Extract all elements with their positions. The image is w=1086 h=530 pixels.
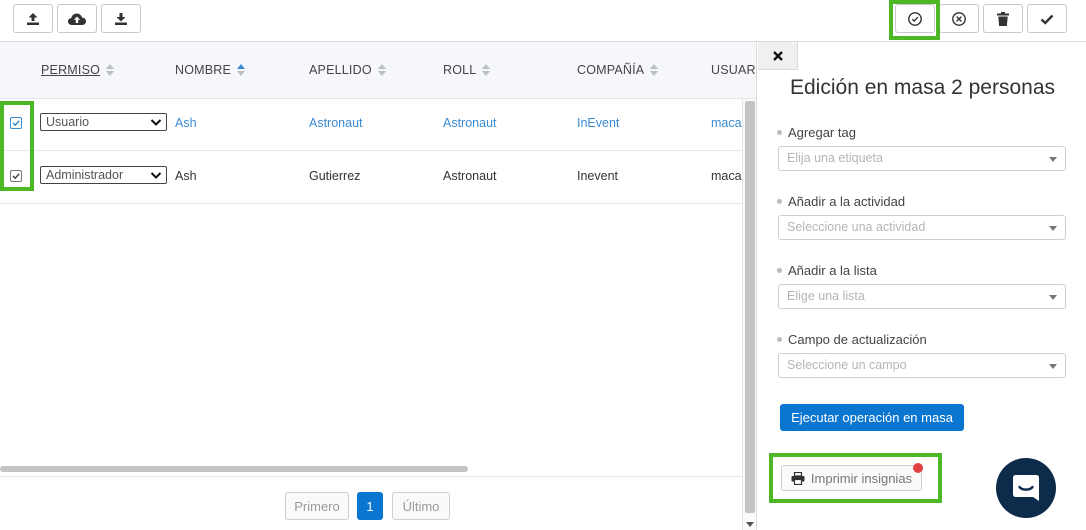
cloud-upload-button[interactable] [57, 4, 97, 33]
cell-roll[interactable]: Astronaut [443, 116, 497, 130]
select-all-button[interactable] [895, 4, 935, 33]
cell-compania[interactable]: InEvent [577, 116, 619, 130]
update-field-select[interactable]: Seleccione un campo [778, 353, 1066, 378]
table-row[interactable]: Administrador Ash Gutierrez Astronaut In… [0, 152, 746, 204]
check-circle-icon [908, 11, 922, 26]
print-badges-button[interactable]: Imprimir insignias [781, 465, 922, 491]
sort-icon [482, 64, 491, 76]
checkbox-check-icon [12, 120, 20, 127]
divider [0, 476, 742, 477]
printer-icon [791, 471, 805, 485]
download-button[interactable] [101, 4, 141, 33]
chevron-down-icon [150, 172, 162, 179]
caret-down-icon [1049, 226, 1057, 231]
upload-icon [27, 12, 39, 25]
bullet-icon [777, 268, 782, 273]
field-label: Agregar tag [777, 125, 856, 140]
column-header-compania[interactable]: COMPAÑÍA [577, 63, 659, 77]
top-toolbar [0, 0, 1086, 42]
cloud-upload-icon [68, 13, 86, 25]
sort-icon [650, 64, 659, 76]
confirm-button[interactable] [1027, 4, 1067, 33]
cell-apellido[interactable]: Astronaut [309, 116, 363, 130]
scrollbar-thumb[interactable] [745, 101, 755, 513]
cell-roll: Astronaut [443, 169, 497, 183]
tag-select[interactable]: Elija una etiqueta [778, 146, 1066, 171]
cell-apellido: Gutierrez [309, 169, 361, 183]
panel-title: Edición en masa 2 personas [790, 76, 1055, 99]
trash-icon [997, 11, 1009, 26]
delete-button[interactable] [983, 4, 1023, 33]
field-label: Campo de actualización [777, 332, 927, 347]
pagination-page-button[interactable]: 1 [357, 492, 383, 520]
horizontal-scrollbar[interactable] [0, 466, 468, 472]
cell-usuario: macar [711, 169, 746, 183]
chat-launcher-button[interactable] [996, 458, 1056, 518]
field-label: Añadir a la lista [777, 263, 877, 278]
cell-nombre: Ash [175, 169, 197, 183]
bullet-icon [777, 199, 782, 204]
activity-select[interactable]: Seleccione una actividad [778, 215, 1066, 240]
notification-dot [913, 463, 923, 473]
checkbox-check-icon [12, 173, 20, 180]
pagination-last-button[interactable]: Último [392, 492, 450, 520]
execute-mass-operation-button[interactable]: Ejecutar operación en masa [780, 404, 964, 431]
pagination-first-button[interactable]: Primero [285, 492, 349, 520]
sort-icon [377, 64, 386, 76]
upload-button[interactable] [13, 4, 53, 33]
bullet-icon [777, 130, 782, 135]
sort-icon [106, 64, 115, 76]
close-panel-button[interactable] [758, 42, 798, 70]
caret-down-icon [1049, 295, 1057, 300]
table-header: PERMISO NOMBRE APELLIDO ROLL COMPAÑÍA US… [0, 42, 756, 99]
column-header-roll[interactable]: ROLL [443, 63, 491, 77]
app-window: PERMISO NOMBRE APELLIDO ROLL COMPAÑÍA US… [0, 0, 1086, 530]
cell-usuario[interactable]: macar [711, 116, 746, 130]
cell-compania: Inevent [577, 169, 619, 183]
sort-asc-icon [237, 64, 246, 76]
caret-down-icon [1049, 364, 1057, 369]
x-circle-icon [952, 11, 966, 26]
download-icon [115, 12, 127, 25]
list-select[interactable]: Elige una lista [778, 284, 1066, 309]
chat-icon [1013, 475, 1039, 501]
permission-select[interactable]: Usuario [40, 113, 167, 131]
row-checkbox[interactable] [10, 170, 22, 182]
caret-down-icon [1049, 157, 1057, 162]
close-icon [772, 50, 783, 61]
checkmark-icon [1040, 14, 1054, 25]
column-header-permiso[interactable]: PERMISO [41, 63, 115, 77]
column-header-apellido[interactable]: APELLIDO [309, 63, 386, 77]
row-checkbox[interactable] [10, 117, 22, 129]
cell-nombre[interactable]: Ash [175, 116, 197, 130]
bullet-icon [777, 337, 782, 342]
table-row[interactable]: Usuario Ash Astronaut Astronaut InEvent … [0, 99, 746, 151]
deselect-all-button[interactable] [939, 4, 979, 33]
chevron-down-icon [150, 119, 162, 126]
column-header-usuario[interactable]: USUARIO [711, 63, 756, 77]
scroll-down-arrow-icon[interactable] [746, 522, 754, 527]
vertical-scrollbar[interactable] [742, 99, 756, 530]
people-table: PERMISO NOMBRE APELLIDO ROLL COMPAÑÍA US… [0, 42, 756, 530]
field-label: Añadir a la actividad [777, 194, 905, 209]
column-header-nombre[interactable]: NOMBRE [175, 63, 246, 77]
mass-edit-panel: Edición en masa 2 personas Agregar tag E… [756, 42, 1086, 530]
permission-select[interactable]: Administrador [40, 166, 167, 184]
